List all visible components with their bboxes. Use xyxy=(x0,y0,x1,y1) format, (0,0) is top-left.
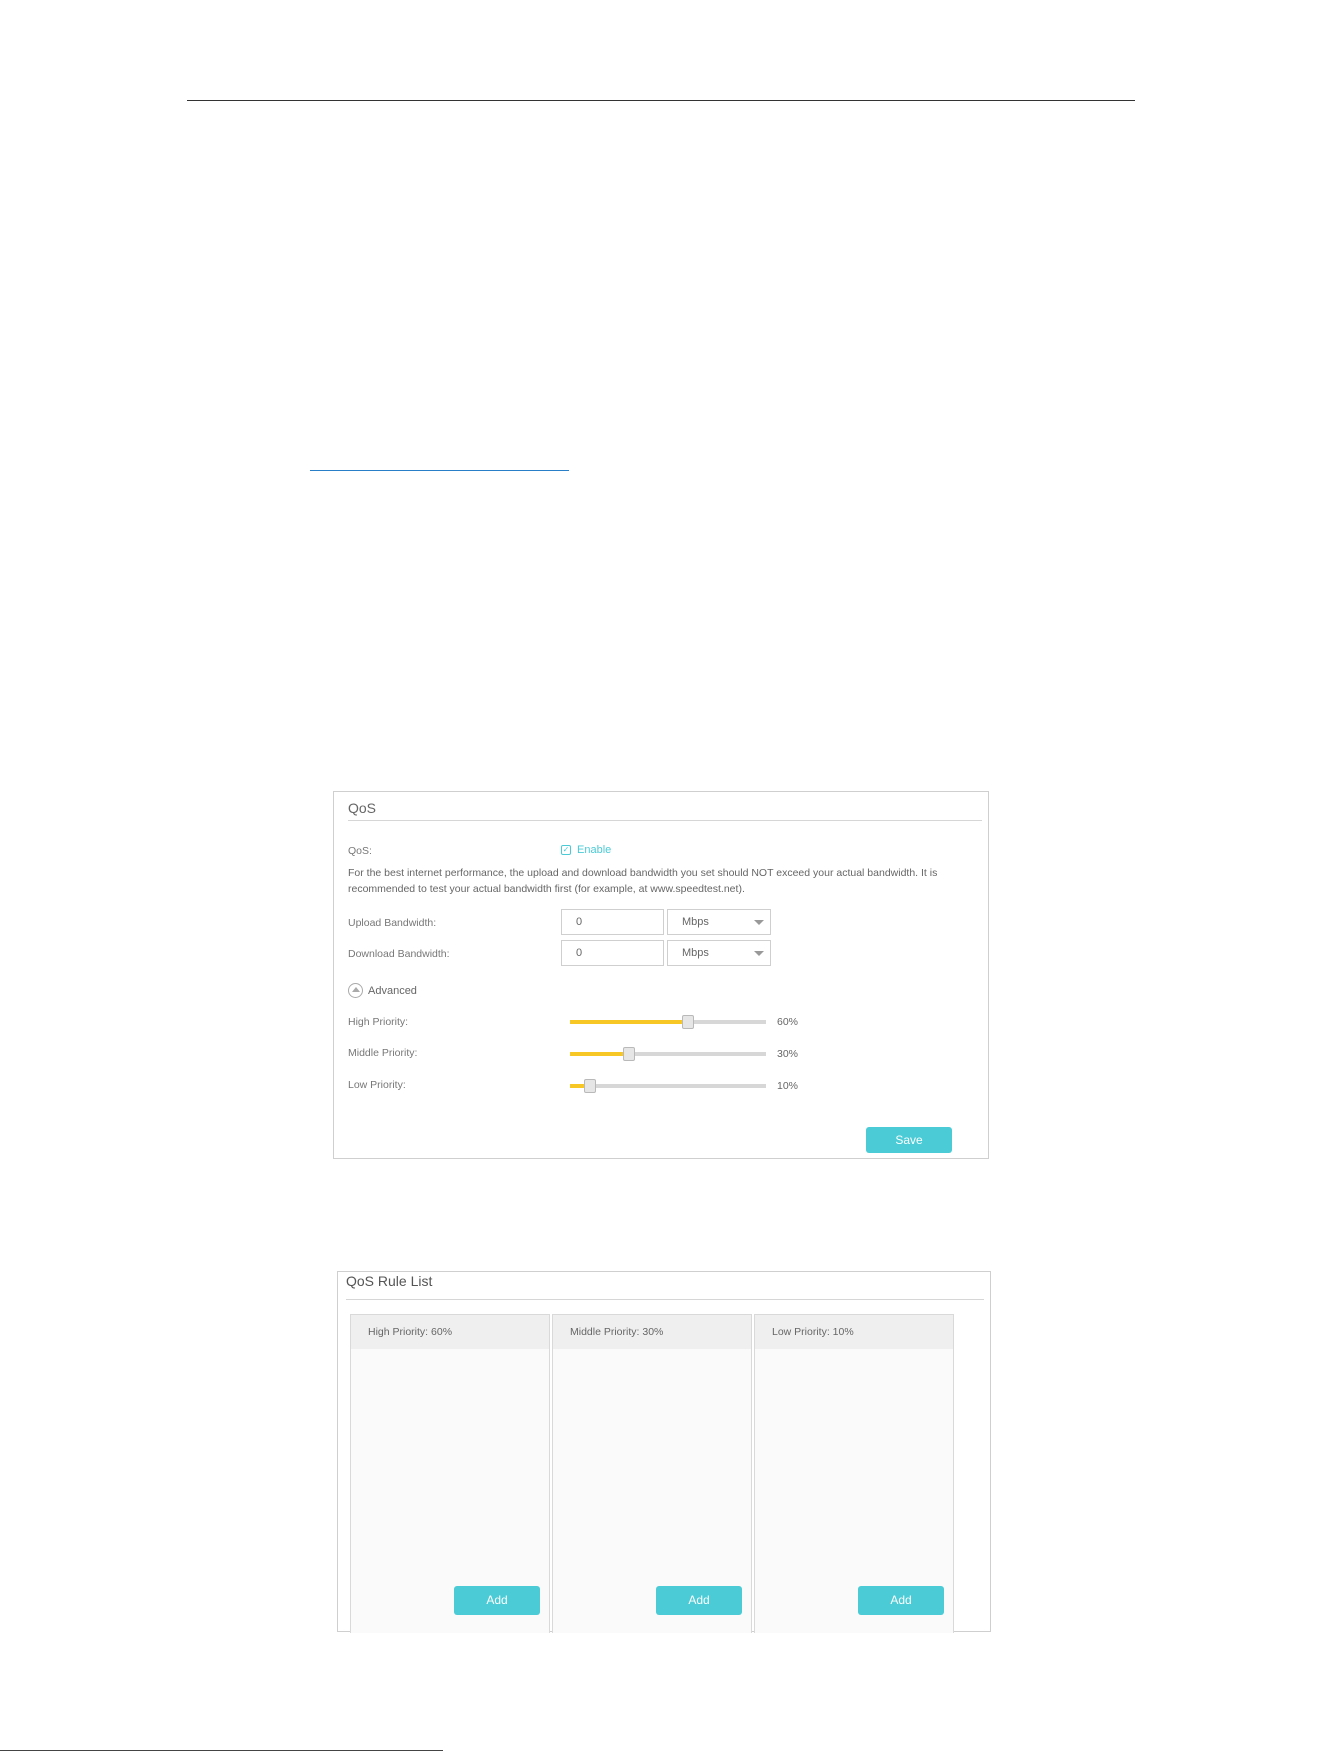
collapse-up-icon[interactable] xyxy=(348,983,363,998)
chevron-down-icon xyxy=(754,920,764,925)
column-header: Middle Priority: 30% xyxy=(553,1315,751,1349)
page-top-rule xyxy=(187,100,1135,101)
qos-settings-panel: QoS QoS: ✓ Enable For the best internet … xyxy=(333,791,989,1159)
slider-thumb[interactable] xyxy=(681,1015,694,1029)
column-header: Low Priority: 10% xyxy=(755,1315,953,1349)
middle-priority-column: Middle Priority: 30% Add xyxy=(552,1314,752,1633)
download-unit-select[interactable]: Mbps xyxy=(667,940,771,966)
column-header: High Priority: 60% xyxy=(351,1315,549,1349)
chevron-down-icon xyxy=(754,951,764,956)
middle-priority-slider[interactable] xyxy=(570,1047,766,1061)
qos-rule-list-panel: QoS Rule List High Priority: 60% Add Mid… xyxy=(337,1271,991,1633)
download-bandwidth-input[interactable]: 0 xyxy=(561,940,664,966)
bandwidth-note: For the best internet performance, the u… xyxy=(348,867,938,895)
middle-priority-label: Middle Priority: xyxy=(348,1047,418,1059)
title-divider xyxy=(348,820,982,821)
slider-track xyxy=(570,1084,766,1088)
qos-label: QoS: xyxy=(348,845,372,857)
upload-unit-value: Mbps xyxy=(682,916,709,928)
add-middle-priority-rule-button[interactable]: Add xyxy=(656,1586,742,1615)
download-bandwidth-label: Download Bandwidth: xyxy=(348,948,450,960)
low-priority-slider[interactable] xyxy=(570,1079,766,1093)
upload-bandwidth-input[interactable]: 0 xyxy=(561,909,664,935)
slider-fill xyxy=(570,1052,629,1056)
high-priority-column: High Priority: 60% Add xyxy=(350,1314,550,1633)
slider-fill xyxy=(570,1020,688,1024)
upload-unit-select[interactable]: Mbps xyxy=(667,909,771,935)
panel-title: QoS xyxy=(348,800,377,816)
add-high-priority-rule-button[interactable]: Add xyxy=(454,1586,540,1615)
hyperlink-underline xyxy=(310,470,569,471)
advanced-label: Advanced xyxy=(368,984,417,997)
download-unit-value: Mbps xyxy=(682,947,709,959)
enable-checkbox[interactable]: ✓ Enable xyxy=(561,844,611,856)
checkbox-checked-icon[interactable]: ✓ xyxy=(561,845,571,855)
add-low-priority-rule-button[interactable]: Add xyxy=(858,1586,944,1615)
enable-label: Enable xyxy=(577,844,612,856)
save-button[interactable]: Save xyxy=(866,1127,952,1153)
panel-title: QoS Rule List xyxy=(346,1273,433,1289)
advanced-toggle[interactable]: Advanced xyxy=(348,983,417,998)
upload-bandwidth-label: Upload Bandwidth: xyxy=(348,917,437,929)
footnote-rule xyxy=(0,1750,443,1751)
high-priority-slider[interactable] xyxy=(570,1015,766,1029)
slider-thumb[interactable] xyxy=(583,1079,596,1093)
high-priority-label: High Priority: xyxy=(348,1016,409,1028)
slider-thumb[interactable] xyxy=(622,1047,635,1061)
title-divider xyxy=(346,1299,984,1300)
middle-priority-value: 30% xyxy=(777,1048,799,1060)
low-priority-column: Low Priority: 10% Add xyxy=(754,1314,954,1633)
low-priority-value: 10% xyxy=(777,1080,799,1092)
high-priority-value: 60% xyxy=(777,1016,799,1028)
low-priority-label: Low Priority: xyxy=(348,1079,406,1091)
